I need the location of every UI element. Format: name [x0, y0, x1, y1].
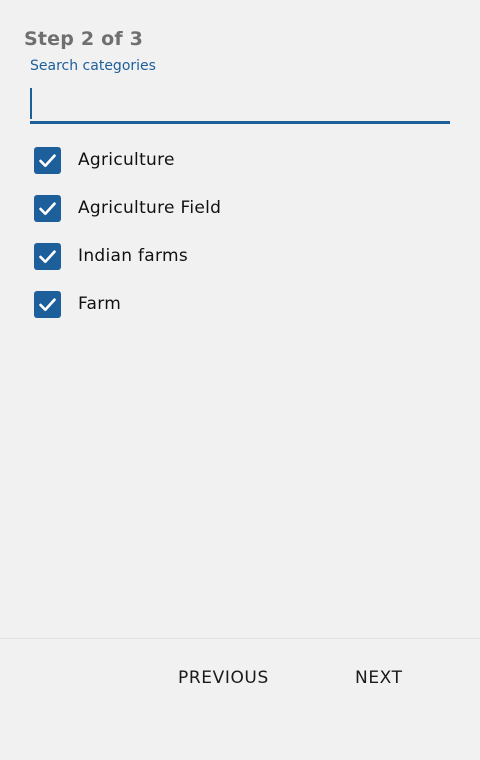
checkmark-icon [39, 201, 56, 215]
previous-button[interactable]: PREVIOUS [172, 663, 275, 693]
footer-bar: PREVIOUS NEXT [0, 638, 480, 760]
category-item-indian-farms[interactable]: Indian farms [34, 232, 454, 280]
category-label: Farm [78, 294, 122, 314]
category-checkbox[interactable] [34, 242, 61, 270]
checkmark-icon [39, 249, 56, 263]
category-item-agriculture[interactable]: Agriculture [34, 136, 454, 184]
category-checkbox[interactable] [34, 290, 61, 318]
checkmark-icon [39, 153, 56, 167]
category-item-agriculture-field[interactable]: Agriculture Field [34, 184, 454, 232]
category-checkbox[interactable] [34, 194, 61, 222]
category-list: Agriculture Agriculture Field Indian far… [34, 136, 454, 328]
category-label: Agriculture [78, 150, 175, 170]
next-button[interactable]: NEXT [349, 663, 409, 693]
category-checkbox[interactable] [34, 146, 61, 174]
search-input[interactable] [30, 86, 450, 121]
category-label: Agriculture Field [78, 198, 222, 218]
checkmark-icon [39, 297, 56, 311]
category-label: Indian farms [78, 246, 189, 266]
category-item-farm[interactable]: Farm [34, 280, 454, 328]
step-indicator: Step 2 of 3 [24, 28, 144, 50]
search-label: Search categories [30, 58, 156, 74]
search-field[interactable] [30, 86, 450, 124]
